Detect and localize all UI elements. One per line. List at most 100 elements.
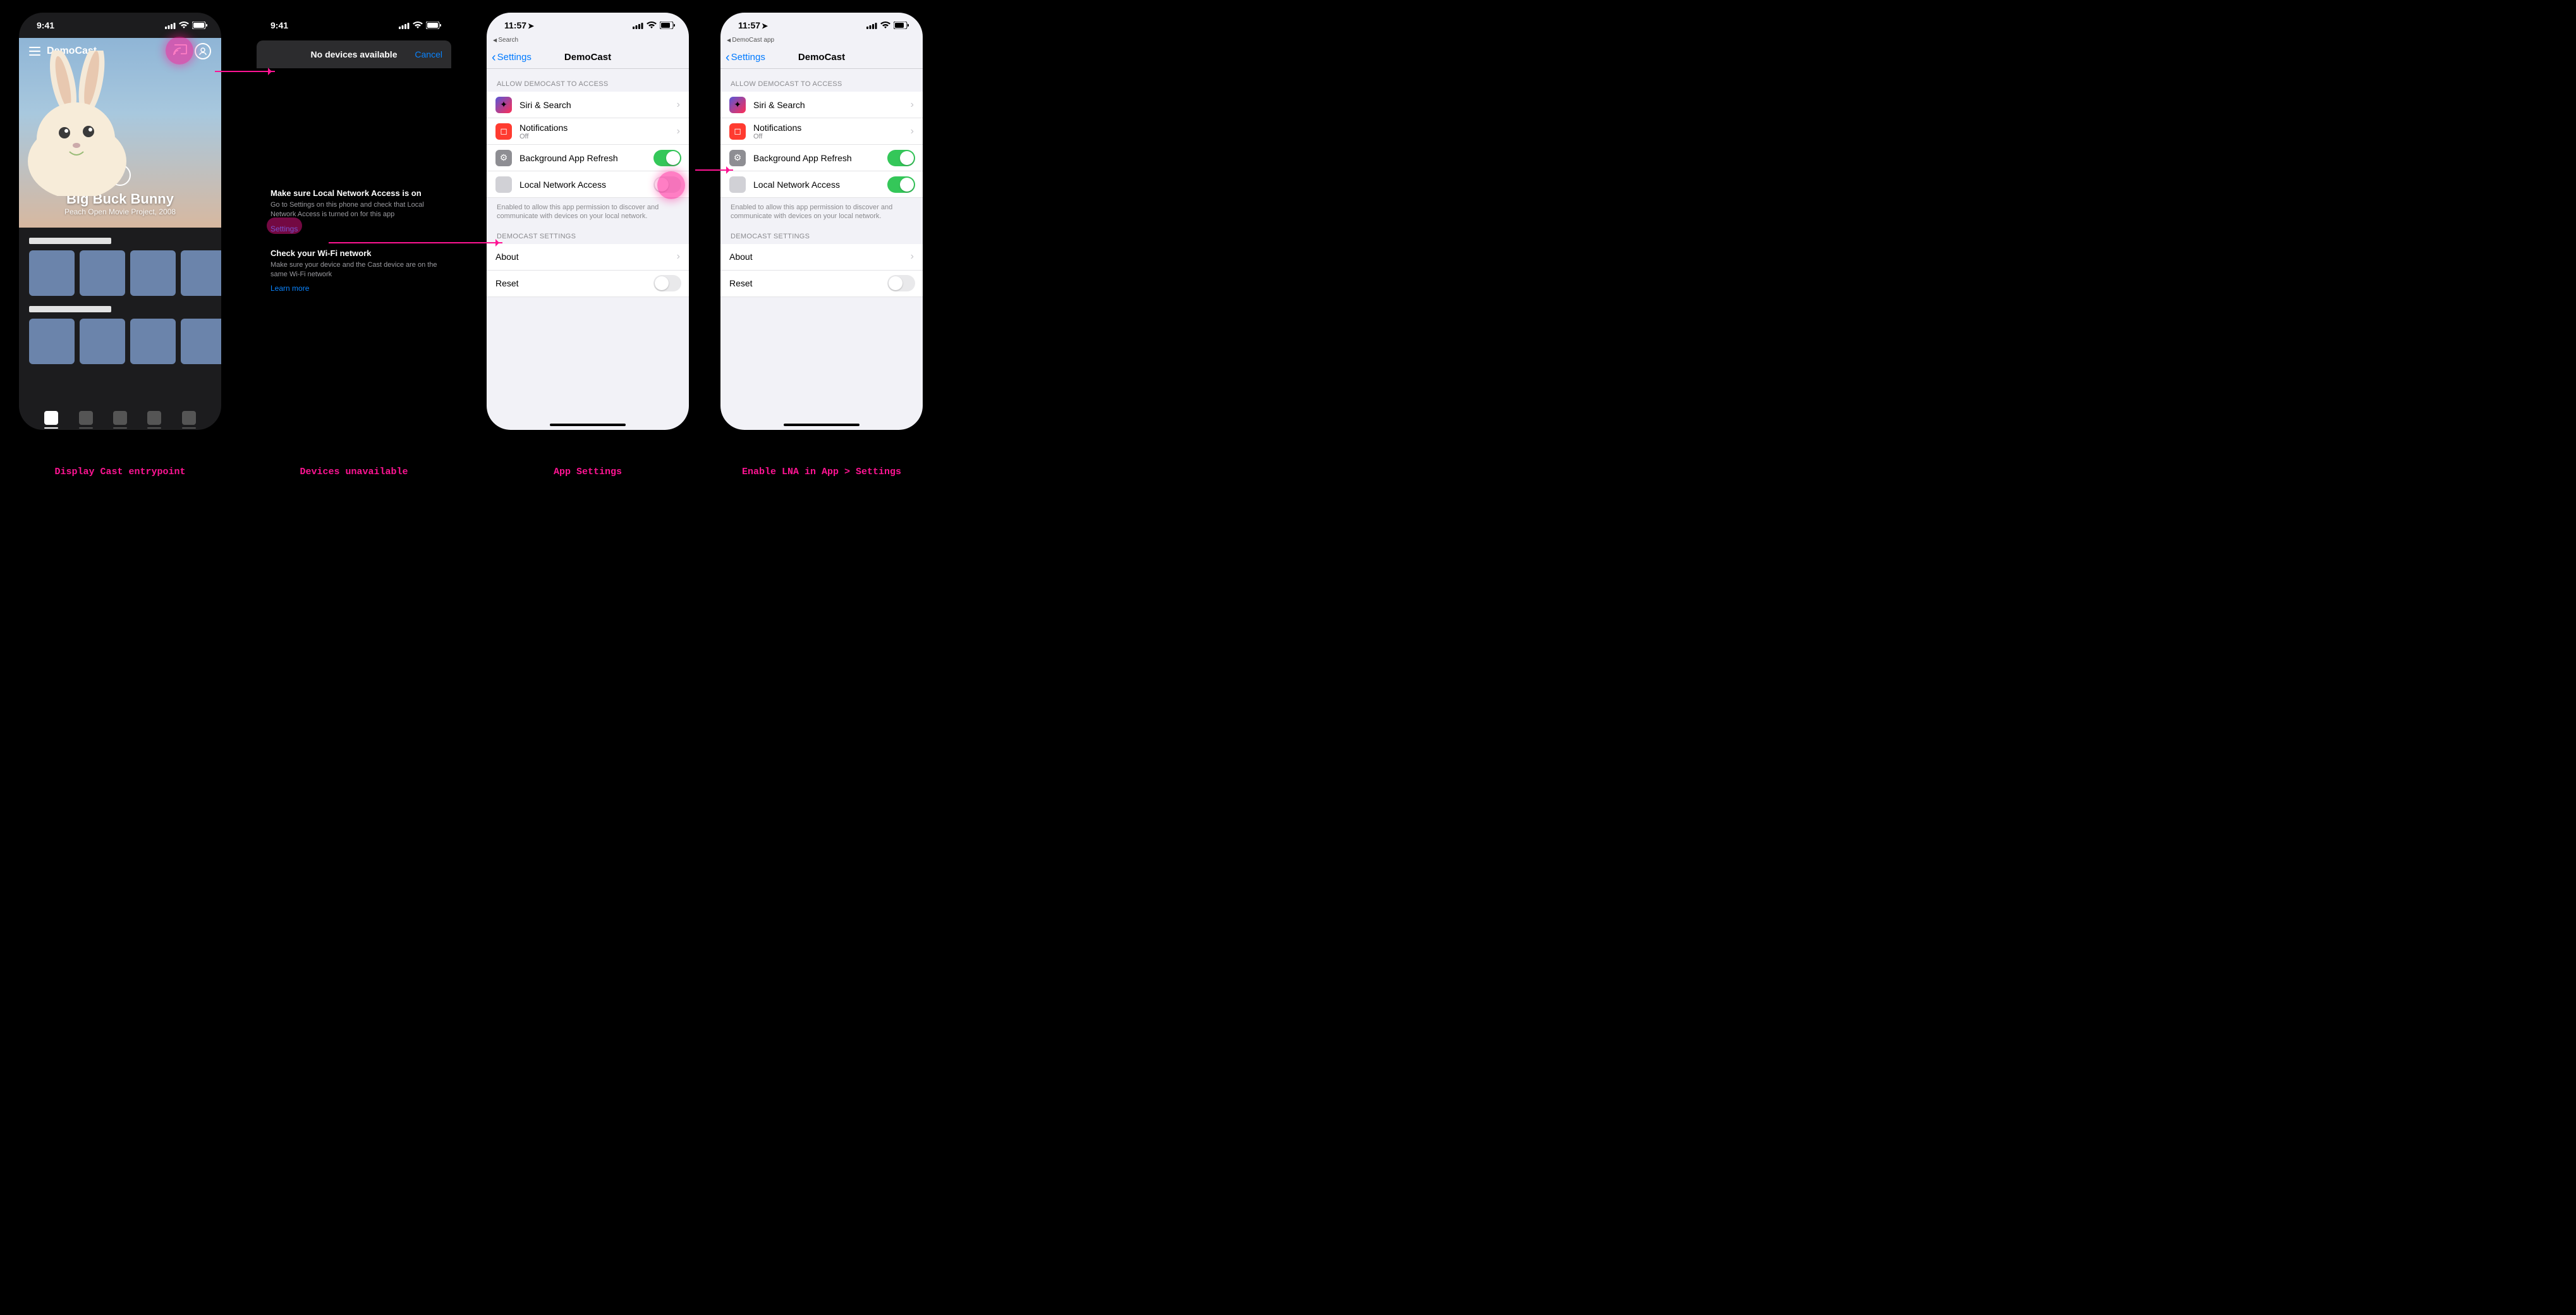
tab-item[interactable] [182,411,196,425]
cell-about[interactable]: About › [720,244,923,271]
troubleshoot-tips: Make sure Local Network Access is on Go … [253,188,455,294]
battery-icon [426,21,441,29]
cell-label: Reset [495,278,519,288]
status-time: 9:41 [270,20,288,30]
group-header: DEMOCAST SETTINGS [487,221,689,244]
thumb-row[interactable] [19,319,221,364]
tip-wifi: Check your Wi-Fi network Make sure your … [270,248,437,295]
group-header: ALLOW DEMOCAST TO ACCESS [487,69,689,92]
status-time: 9:41 [37,20,54,30]
back-button[interactable]: ‹Settings [492,52,532,63]
notifications-icon: ◻ [729,123,746,140]
toggle-bg-refresh[interactable] [653,150,681,166]
screen-no-devices: 9:41 No devices available Cancel Make su… [253,13,455,430]
breadcrumb[interactable]: DemoCast app [720,37,923,44]
cell-label: Reset [729,278,753,288]
cell-siri[interactable]: ✦ Siri & Search › [720,92,923,118]
gear-icon: ⚙ [495,150,512,166]
thumb[interactable] [29,250,75,296]
location-icon: ➤ [762,21,768,30]
tab-item[interactable] [147,411,161,425]
tip-title: Make sure Local Network Access is on [270,188,437,198]
tip-lna: Make sure Local Network Access is on Go … [270,188,437,235]
chevron-right-icon: › [911,99,914,111]
chevron-right-icon: › [911,251,914,262]
tip-body: Make sure your device and the Cast devic… [270,260,437,279]
cell-bg-refresh[interactable]: ⚙ Background App Refresh [487,145,689,171]
battery-icon [192,21,207,29]
cell-label: About [495,252,519,262]
footer-note: Enabled to allow this app permission to … [720,198,923,221]
toggle-reset[interactable] [887,275,915,291]
caption: Devices unavailable [253,467,455,477]
thumb[interactable] [181,250,221,296]
section-placeholder [29,238,111,244]
tab-item[interactable] [79,411,93,425]
caption: Enable LNA in App > Settings [720,467,923,477]
toggle-reset[interactable] [653,275,681,291]
lna-icon [495,176,512,193]
caption-row: Display Cast entrypoint Devices unavaila… [19,467,954,477]
breadcrumb[interactable]: Search [487,37,689,44]
caption: Display Cast entrypoint [19,467,221,477]
home-indicator [784,424,860,426]
nav-title: DemoCast [798,52,845,63]
cancel-button[interactable]: Cancel [415,49,442,59]
gear-icon: ⚙ [729,150,746,166]
sheet-header: No devices available Cancel [257,40,451,68]
status-bar: 9:41 [19,13,221,38]
cell-reset[interactable]: Reset [487,271,689,297]
cell-notifications[interactable]: ◻ Notifications Off › [487,118,689,145]
tip-body: Go to Settings on this phone and check t… [270,200,437,219]
wifi-icon [179,21,189,29]
lna-icon [729,176,746,193]
thumb[interactable] [130,250,176,296]
cast-icon[interactable] [173,44,187,59]
cell-reset[interactable]: Reset [720,271,923,297]
cell-notifications[interactable]: ◻ Notifications Off › [720,118,923,145]
highlight-cast [166,37,193,64]
battery-icon [894,21,909,29]
cell-label: Siri & Search [519,100,571,110]
thumb[interactable] [181,319,221,364]
notifications-icon: ◻ [495,123,512,140]
cell-label: Local Network Access [753,180,840,190]
cell-lna[interactable]: Local Network Access [487,171,689,198]
group-header: DEMOCAST SETTINGS [720,221,923,244]
toggle-bg-refresh[interactable] [887,150,915,166]
flow-arrow [695,169,733,171]
cell-lna[interactable]: Local Network Access [720,171,923,198]
battery-icon [660,21,675,29]
toggle-lna[interactable] [887,176,915,193]
back-button[interactable]: ‹Settings [726,52,765,63]
siri-icon: ✦ [729,97,746,113]
status-icons [866,21,909,29]
cell-bg-refresh[interactable]: ⚙ Background App Refresh [720,145,923,171]
section-placeholder [29,306,111,312]
tab-item[interactable] [113,411,127,425]
hero-artwork [19,51,139,196]
thumb[interactable] [130,319,176,364]
topbar-right [173,43,211,59]
thumb[interactable] [80,250,125,296]
learn-more-link[interactable]: Learn more [270,284,309,293]
profile-icon[interactable] [195,43,211,59]
status-bar: 11:57➤ [487,13,689,38]
cell-label: Background App Refresh [753,153,852,163]
home-indicator [550,424,626,426]
thumb[interactable] [80,319,125,364]
wifi-icon [413,21,423,29]
cell-about[interactable]: About › [487,244,689,271]
cell-siri[interactable]: ✦ Siri & Search › [487,92,689,118]
thumb[interactable] [29,319,75,364]
cell-label: Background App Refresh [519,153,618,163]
thumb-row[interactable] [19,250,221,296]
status-time: 11:57➤ [738,20,768,30]
sheet-title: No devices available [311,49,398,59]
tab-item[interactable] [44,411,58,425]
caption: App Settings [487,467,689,477]
status-bar: 11:57➤ [720,13,923,38]
highlight-lna-toggle [657,171,685,199]
hero-subtitle: Peach Open Movie Project, 2008 [64,207,176,216]
location-icon: ➤ [528,21,534,30]
